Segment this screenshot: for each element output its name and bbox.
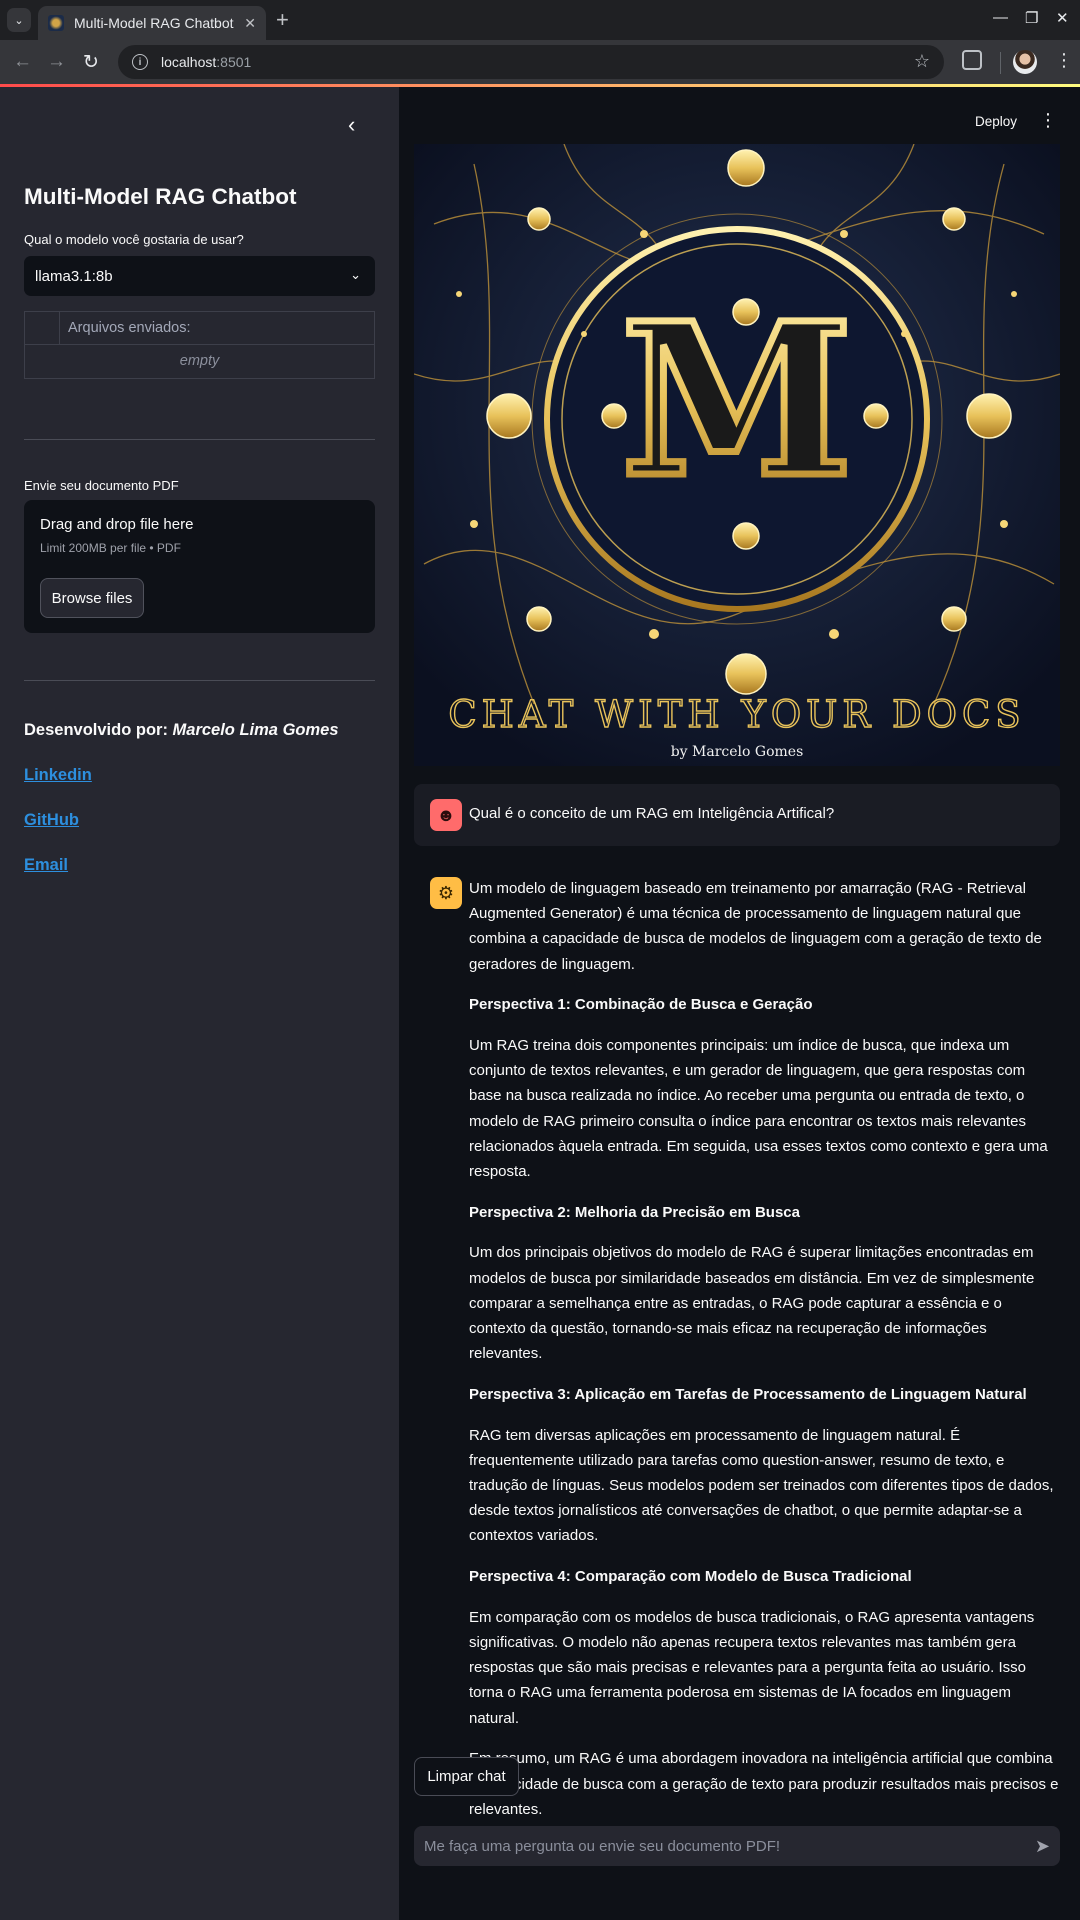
empty-table-text: empty [179,353,220,369]
restore-icon[interactable]: ❐ [1025,9,1038,27]
browse-files-button[interactable]: Browse files [40,578,144,618]
model-select-value: llama3.1:8b [35,267,113,285]
section-heading: Perspectiva 4: Comparação com Modelo de … [469,1568,912,1586]
browser-toolbar: ← → ↻ i localhost :8501 ☆ ⋮ [0,40,1080,86]
profile-avatar-icon[interactable] [1013,50,1037,74]
banner-image: M CHAT WITH YOUR DOCS by Marcelo Gomes [414,144,1060,766]
section-heading: Perspectiva 1: Combinação de Busca e Ger… [469,996,813,1014]
banner-byline: by Marcelo Gomes [671,744,804,760]
sidebar-divider [24,439,375,440]
table-row: empty [25,345,374,378]
chat-input-bar: ➤ [414,1826,1060,1866]
banner-letter: M [621,277,853,524]
back-icon[interactable]: ← [13,51,32,73]
browser-menu-icon[interactable]: ⋮ [1055,50,1073,70]
toolbar-divider [1000,52,1001,74]
tab-search-chevron-icon[interactable]: ⌄ [7,8,31,32]
address-bar[interactable]: i localhost :8501 ☆ [118,45,944,79]
section-body: Em comparação com os modelos de busca tr… [469,1608,1035,1727]
developer-credit: Desenvolvido por: Marcelo Lima Gomes [24,721,339,740]
extensions-icon[interactable] [962,50,982,70]
sidebar: ‹ Multi-Model RAG Chatbot Qual o modelo … [0,87,399,1920]
linkedin-link[interactable]: Linkedin [24,766,92,785]
github-link[interactable]: GitHub [24,811,79,830]
favicon-icon [48,15,64,31]
close-window-icon[interactable]: ✕ [1056,9,1069,27]
file-dropzone[interactable]: Drag and drop file here Limit 200MB per … [24,500,375,633]
assistant-conclusion: Em resumo, um RAG é uma abordagem inovad… [469,1750,1059,1818]
user-message-text: Qual é o conceito de um RAG em Inteligên… [469,805,835,822]
section-body: RAG tem diversas aplicações em processam… [469,1426,1054,1545]
assistant-chat-message: Um modelo de linguagem baseado em treina… [469,876,1061,1838]
close-tab-icon[interactable]: ✕ [244,15,256,32]
url-host: localhost [161,54,217,70]
index-column-header [25,312,60,344]
url-port: :8501 [216,54,252,70]
user-avatar-icon: ☻ [430,799,462,831]
section-body: Um RAG treina dois componentes principai… [469,1037,1048,1181]
send-icon[interactable]: ➤ [1035,1836,1050,1857]
section-heading: Perspectiva 3: Aplicação em Tarefas de P… [469,1385,1027,1403]
collapse-sidebar-icon[interactable]: ‹ [348,112,355,138]
model-select-label: Qual o modelo você gostaria de usar? [24,232,244,247]
sidebar-title: Multi-Model RAG Chatbot [24,184,297,209]
forward-icon[interactable]: → [47,51,66,73]
chat-input[interactable] [424,1837,1035,1855]
browser-tab-bar: ⌄ Multi-Model RAG Chatbot ✕ + — ❐ ✕ [0,0,1080,40]
bookmark-star-icon[interactable]: ☆ [914,51,930,72]
dropzone-title: Drag and drop file here [40,516,194,533]
reload-icon[interactable]: ↻ [83,51,99,74]
column-header-files[interactable]: Arquivos enviados: [60,312,199,344]
section-heading: Perspectiva 2: Melhoria da Precisão em B… [469,1203,800,1221]
chevron-down-icon: ⌄ [350,267,361,282]
banner-artwork: M CHAT WITH YOUR DOCS by Marcelo Gomes [414,144,1060,766]
table-header-row: Arquivos enviados: [25,312,374,345]
banner-title: CHAT WITH YOUR DOCS [448,693,1025,736]
model-select[interactable]: llama3.1:8b ⌄ [24,256,375,296]
sidebar-divider [24,680,375,681]
dropzone-limit-text: Limit 200MB per file • PDF [40,541,181,555]
user-chat-message: ☻ Qual é o conceito de um RAG em Intelig… [414,784,1060,846]
section-body: Um dos principais objetivos do modelo de… [469,1244,1035,1363]
developer-prefix: Desenvolvido por: [24,721,173,739]
deploy-button[interactable]: Deploy [975,114,1017,129]
site-info-icon[interactable]: i [132,54,148,70]
main-menu-icon[interactable]: ⋮ [1039,110,1057,130]
upload-label: Envie seu documento PDF [24,478,179,493]
developer-name: Marcelo Lima Gomes [172,721,339,739]
bot-avatar-icon: ⚙ [430,877,462,909]
assistant-intro: Um modelo de linguagem baseado em treina… [469,880,1042,973]
tab-title: Multi-Model RAG Chatbot [74,15,234,31]
browser-tab[interactable]: Multi-Model RAG Chatbot ✕ [38,6,266,40]
uploaded-files-table: Arquivos enviados: empty [24,311,375,379]
minimize-icon[interactable]: — [993,9,1008,26]
email-link[interactable]: Email [24,856,68,875]
clear-chat-button[interactable]: Limpar chat [414,1757,519,1796]
new-tab-icon[interactable]: + [276,7,289,33]
